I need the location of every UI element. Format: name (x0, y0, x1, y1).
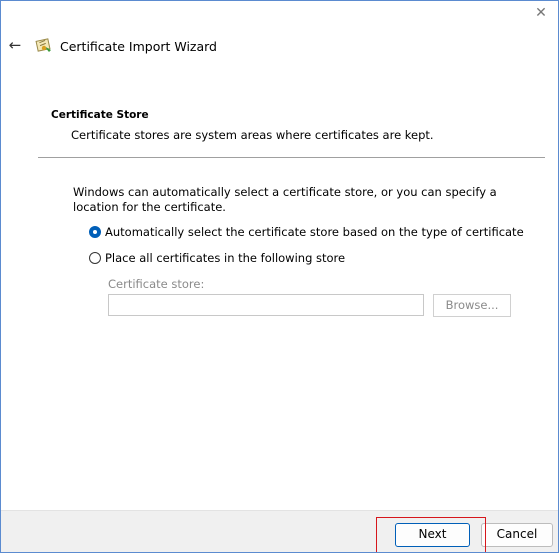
wizard-title: Certificate Import Wizard (60, 39, 217, 54)
header-divider (38, 157, 545, 158)
next-button[interactable]: Next (395, 523, 470, 547)
wizard-window: ✕ ← Certificate Import Wizard Certificat… (0, 0, 559, 553)
close-icon[interactable]: ✕ (530, 3, 552, 25)
back-arrow-icon[interactable]: ← (5, 35, 25, 55)
certificate-store-field (108, 294, 424, 316)
place-in-store-option[interactable]: Place all certificates in the following … (89, 251, 345, 265)
intro-text: Windows can automatically select a certi… (73, 185, 497, 214)
certificate-store-label: Certificate store: (108, 277, 205, 291)
section-title: Certificate Store (51, 109, 149, 121)
wizard-footer: Next Cancel (1, 510, 558, 552)
browse-button: Browse... (433, 294, 511, 317)
auto-select-store-label: Automatically select the certificate sto… (105, 225, 524, 239)
place-in-store-label: Place all certificates in the following … (105, 251, 346, 265)
cancel-button[interactable]: Cancel (481, 523, 553, 547)
section-description: Certificate stores are system areas wher… (71, 128, 434, 142)
auto-select-store-option[interactable]: Automatically select the certificate sto… (89, 225, 524, 239)
radio-unchecked-icon[interactable] (89, 252, 101, 264)
certificate-wizard-icon (35, 37, 55, 55)
radio-checked-icon[interactable] (89, 226, 101, 238)
